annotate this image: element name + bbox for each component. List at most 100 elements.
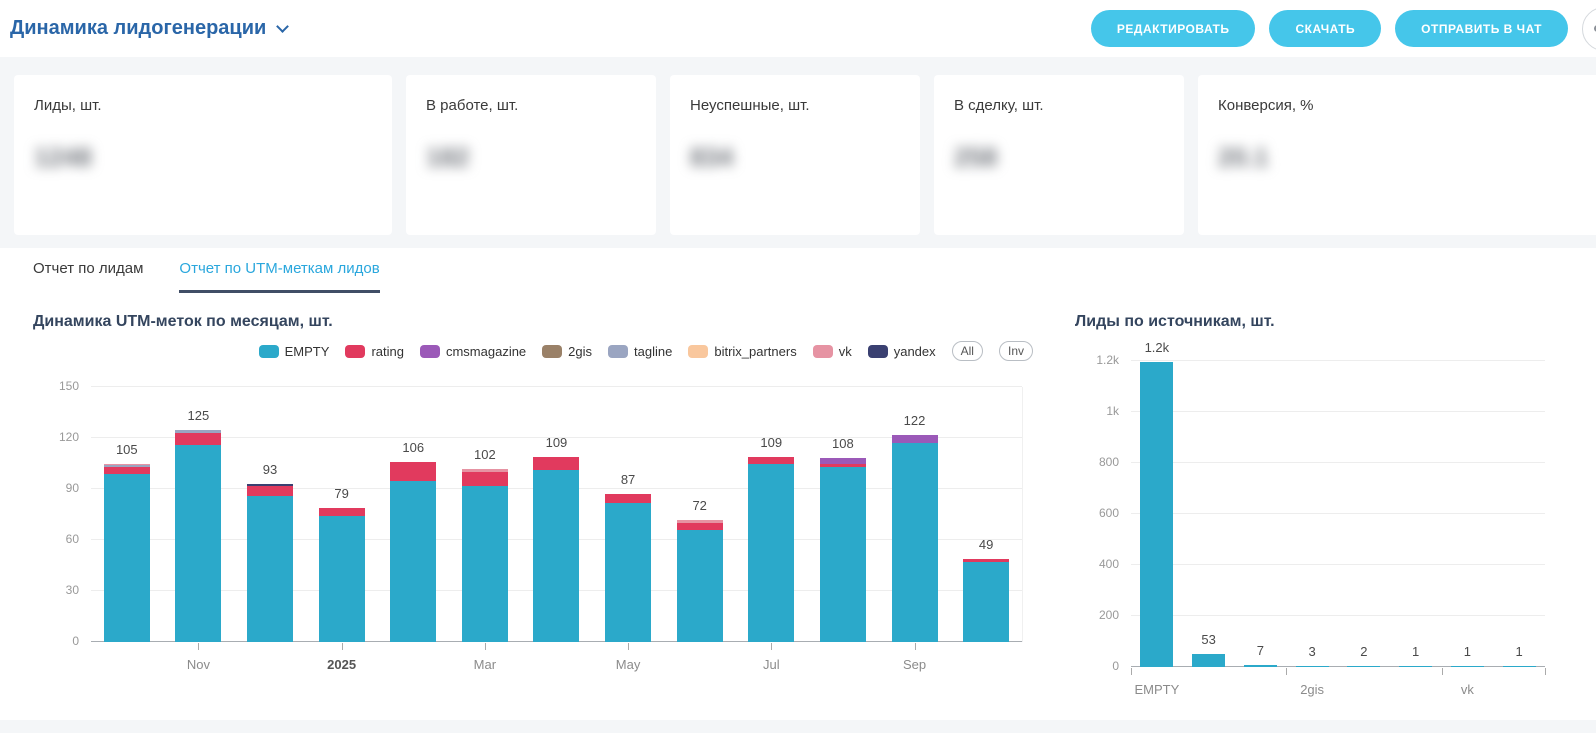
- chart-title: Лиды по источникам, шт.: [1075, 313, 1575, 331]
- bar-slot: 7: [1235, 361, 1287, 667]
- bar-segment-rating[interactable]: [533, 457, 579, 471]
- send-to-chat-button[interactable]: ОТПРАВИТЬ В ЧАТ: [1395, 10, 1568, 47]
- bar-segment-EMPTY[interactable]: [247, 496, 293, 642]
- utm-by-month-chart: Динамика UTM-меток по месяцам, шт. EMPTY…: [33, 313, 1033, 707]
- bar-segment[interactable]: [1347, 666, 1380, 668]
- stacked-bar[interactable]: 102: [462, 469, 508, 642]
- bar-slot: 2: [1338, 361, 1390, 667]
- bar-segment[interactable]: [1244, 665, 1277, 667]
- stacked-bar[interactable]: 106: [390, 462, 436, 642]
- legend-swatch: [608, 345, 628, 358]
- bar[interactable]: 1: [1503, 666, 1536, 668]
- bar-slot: 1vk: [1442, 361, 1494, 667]
- y-axis-label: 120: [33, 430, 79, 444]
- stacked-bar[interactable]: 125: [175, 430, 221, 642]
- download-button[interactable]: СКАЧАТЬ: [1269, 10, 1381, 47]
- bar[interactable]: 1: [1451, 666, 1484, 668]
- bar-segment-EMPTY[interactable]: [462, 486, 508, 642]
- x-axis-label: May: [571, 657, 686, 672]
- bar-segment[interactable]: [1296, 666, 1329, 668]
- bar[interactable]: 3: [1296, 666, 1329, 668]
- bar-segment-rating[interactable]: [462, 472, 508, 486]
- legend-all-button[interactable]: All: [952, 341, 983, 361]
- bar-segment[interactable]: [1399, 666, 1432, 668]
- legend-item-cmsmagazine[interactable]: cmsmagazine: [420, 344, 526, 359]
- bar-slot: 1.2kEMPTY: [1131, 361, 1183, 667]
- legend-label: EMPTY: [285, 344, 330, 359]
- legend-label: vk: [839, 344, 852, 359]
- bar-segment-EMPTY[interactable]: [390, 481, 436, 643]
- more-menu-button[interactable]: [1582, 7, 1596, 51]
- bar-segment-EMPTY[interactable]: [533, 470, 579, 642]
- legend-swatch: [542, 345, 562, 358]
- bar-segment[interactable]: [1192, 654, 1225, 668]
- stacked-bar[interactable]: 105: [104, 464, 150, 642]
- x-axis-label: 2025: [284, 657, 399, 672]
- bar-segment-rating[interactable]: [247, 486, 293, 496]
- kpi-card-in-progress: В работе, шт. 182: [406, 75, 656, 235]
- tab-utm-report[interactable]: Отчет по UTM-меткам лидов: [179, 260, 379, 293]
- stacked-bar[interactable]: 109: [533, 457, 579, 642]
- bar-segment-rating[interactable]: [390, 462, 436, 481]
- bar-segment-rating[interactable]: [605, 494, 651, 503]
- legend-swatch: [813, 345, 833, 358]
- bar[interactable]: 7: [1244, 665, 1277, 667]
- report-title-dropdown[interactable]: Динамика лидогенерации: [10, 17, 287, 40]
- bar-total-label: 122: [869, 413, 961, 428]
- edit-button[interactable]: РЕДАКТИРОВАТЬ: [1091, 10, 1256, 47]
- bar[interactable]: 53: [1192, 654, 1225, 668]
- legend-inv-button[interactable]: Inv: [999, 341, 1033, 361]
- x-axis-label: EMPTY: [1115, 682, 1198, 697]
- x-axis-tick: [771, 643, 772, 650]
- stacked-bar[interactable]: 72: [677, 520, 723, 642]
- bar-segment-EMPTY[interactable]: [175, 445, 221, 642]
- bar-slot: 122Sep: [879, 387, 951, 642]
- legend-item-yandex[interactable]: yandex: [868, 344, 936, 359]
- legend-item-bitrix_partners[interactable]: bitrix_partners: [688, 344, 796, 359]
- bar-segment[interactable]: [1451, 666, 1484, 668]
- x-axis-tick: [485, 643, 486, 650]
- bar-segment-EMPTY[interactable]: [319, 516, 365, 642]
- bar-segment-EMPTY[interactable]: [677, 530, 723, 642]
- legend-label: bitrix_partners: [714, 344, 796, 359]
- stacked-bar[interactable]: 49: [963, 559, 1009, 642]
- stacked-bar[interactable]: 79: [319, 508, 365, 642]
- stacked-bar[interactable]: 93: [247, 484, 293, 642]
- plot-area: 1.2kEMPTY53732gis211vk1: [1131, 361, 1545, 667]
- legend-swatch: [259, 345, 279, 358]
- bar-segment[interactable]: [1140, 362, 1173, 667]
- kpi-value-blurred: 834: [690, 142, 733, 173]
- bar-segment-rating[interactable]: [319, 508, 365, 517]
- legend-item-EMPTY[interactable]: EMPTY: [259, 344, 330, 359]
- bar-segment-EMPTY[interactable]: [748, 464, 794, 643]
- bar-segment-rating[interactable]: [175, 433, 221, 445]
- bar-segment-rating[interactable]: [104, 467, 150, 474]
- bar-segment-EMPTY[interactable]: [963, 562, 1009, 642]
- tab-leads-report[interactable]: Отчет по лидам: [33, 260, 143, 293]
- bar-segment[interactable]: [1503, 666, 1536, 668]
- bar-segment-cmsmagazine[interactable]: [892, 435, 938, 444]
- bar-segment-EMPTY[interactable]: [820, 467, 866, 642]
- bars-row: 1.2kEMPTY53732gis211vk1: [1131, 361, 1545, 667]
- stacked-bar[interactable]: 109: [748, 457, 794, 642]
- bar-segment-EMPTY[interactable]: [605, 503, 651, 642]
- legend-item-tagline[interactable]: tagline: [608, 344, 672, 359]
- bar-segment-rating[interactable]: [748, 457, 794, 464]
- report-tabs: Отчет по лидам Отчет по UTM-меткам лидов: [0, 260, 1596, 293]
- stacked-bar[interactable]: 122: [892, 435, 938, 642]
- stacked-bar[interactable]: 87: [605, 494, 651, 642]
- stacked-bar[interactable]: 108: [820, 458, 866, 642]
- bar[interactable]: 1: [1399, 666, 1432, 668]
- y-axis-label: 0: [1075, 659, 1119, 673]
- bar-value-label: 1.2k: [1124, 340, 1190, 355]
- bar-slot: 1: [1493, 361, 1545, 667]
- bar-segment-EMPTY[interactable]: [892, 443, 938, 642]
- legend-item-rating[interactable]: rating: [345, 344, 404, 359]
- legend-item-2gis[interactable]: 2gis: [542, 344, 592, 359]
- bar[interactable]: 1.2k: [1140, 362, 1173, 667]
- bar-segment-rating[interactable]: [677, 523, 723, 530]
- bar[interactable]: 2: [1347, 666, 1380, 668]
- legend-item-vk[interactable]: vk: [813, 344, 852, 359]
- bar-segment-EMPTY[interactable]: [104, 474, 150, 642]
- bar-slot: 106: [377, 387, 449, 642]
